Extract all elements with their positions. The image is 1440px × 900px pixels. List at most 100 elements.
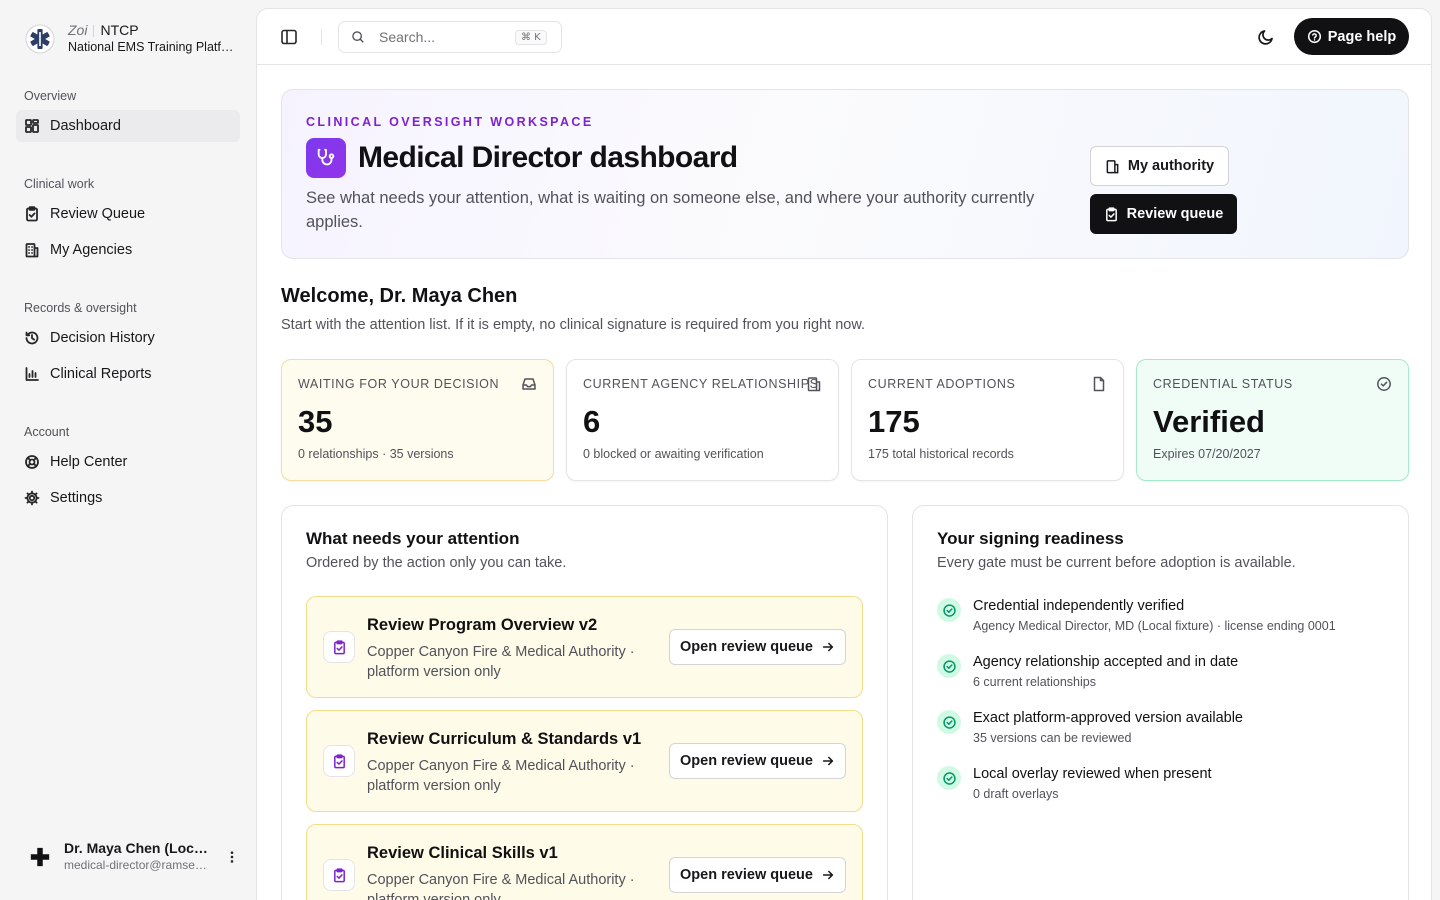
arrow-right-icon: [822, 870, 834, 880]
readiness-item-sub: Agency Medical Director, MD (Local fixtu…: [973, 619, 1336, 633]
readiness-item-title: Agency relationship accepted and in date: [973, 654, 1239, 670]
attention-subtitle: Ordered by the action only you can take.: [306, 555, 567, 571]
attention-item-desc: Copper Canyon Fire & Medical Authority ·…: [367, 644, 635, 680]
open-review-queue-label: Open review queue: [680, 639, 813, 655]
brand-short: NTCP: [100, 22, 139, 38]
stat-card-relationships[interactable]: Current agency relationships 6 0 blocked…: [566, 359, 839, 481]
user-email: medical-director@ramsey.example: [64, 858, 208, 872]
readiness-item: Credential independently verified Agency…: [937, 598, 1417, 642]
search-shortcut: ⌘ K: [515, 29, 547, 45]
building-icon: [806, 376, 822, 392]
stat-card-credential[interactable]: Credential status Verified Expires 07/20…: [1136, 359, 1409, 481]
welcome-heading: Welcome, Dr. Maya Chen: [281, 285, 518, 307]
sidebar-item-settings[interactable]: Settings: [16, 482, 240, 514]
review-queue-label: Review queue: [1126, 206, 1224, 222]
open-review-queue-button[interactable]: Open review queue: [669, 629, 846, 665]
sidebar-item-my-agencies[interactable]: My Agencies: [16, 234, 240, 266]
user-profile[interactable]: Dr. Maya Chen (Local fixture) medical-di…: [24, 840, 240, 874]
nav-group-label: Clinical work: [24, 177, 95, 191]
topbar-divider: [321, 29, 322, 45]
check-circle-icon: [937, 766, 961, 790]
sidebar-item-label: Clinical Reports: [50, 366, 152, 382]
arrow-right-icon: [822, 756, 834, 766]
help-circle-icon: [1307, 29, 1321, 44]
sidebar-item-dashboard[interactable]: Dashboard: [16, 110, 240, 142]
readiness-item-sub: 35 versions can be reviewed: [973, 731, 1132, 745]
readiness-item-title: Local overlay reviewed when present: [973, 766, 1212, 782]
clipboard-check-icon: [323, 859, 355, 891]
hero-banner: CLINICAL OVERSIGHT WORKSPACE Medical Dir…: [281, 89, 1409, 259]
attention-item: Review Clinical Skills v1 Copper Canyon …: [306, 824, 863, 900]
open-review-queue-button[interactable]: Open review queue: [669, 743, 846, 779]
open-review-queue-label: Open review queue: [680, 753, 813, 769]
readiness-item: Agency relationship accepted and in date…: [937, 654, 1417, 698]
dashboard-icon: [25, 119, 39, 133]
topbar: ⌘ K Page help: [257, 9, 1431, 65]
more-vertical-icon[interactable]: [224, 847, 240, 867]
stat-label: Credential status: [1153, 377, 1293, 391]
readiness-item: Local overlay reviewed when present 0 dr…: [937, 766, 1417, 810]
readiness-item-sub: 0 draft overlays: [973, 787, 1059, 801]
search-input[interactable]: [379, 29, 509, 45]
brand-zoi: Zoi: [68, 22, 88, 38]
my-authority-label: My authority: [1127, 158, 1215, 174]
attention-item-title: Review Clinical Skills v1: [367, 844, 558, 862]
building-icon: [1106, 159, 1119, 173]
stat-card-adoptions[interactable]: Current adoptions 175 175 total historic…: [851, 359, 1124, 481]
nav-group-clinical: Clinical work Review Queue My Agencies: [16, 174, 240, 266]
moon-icon[interactable]: [1256, 27, 1276, 47]
sidebar-item-label: Decision History: [50, 330, 155, 346]
my-authority-button[interactable]: My authority: [1090, 146, 1229, 186]
stat-value: 35: [298, 404, 333, 439]
sidebar-item-help-center[interactable]: Help Center: [16, 446, 240, 478]
lifebuoy-icon: [25, 455, 39, 469]
medical-cross-avatar-icon: [24, 841, 56, 873]
attention-title: What needs your attention: [306, 529, 520, 548]
nav-group-label: Account: [24, 425, 70, 439]
building-icon: [25, 243, 39, 258]
nav-group-account: Account Help Center Settings: [16, 422, 240, 514]
nav-group-overview: Overview Dashboard: [16, 86, 240, 142]
nav-group-records: Records & oversight Decision History Cli…: [16, 298, 240, 390]
brand[interactable]: Zoi NTCP National EMS Training Platform: [24, 22, 238, 56]
attention-item-desc: Copper Canyon Fire & Medical Authority ·…: [367, 872, 635, 900]
stat-label: Waiting for your decision: [298, 377, 500, 391]
readiness-item-title: Exact platform-approved version availabl…: [973, 710, 1243, 726]
check-circle-icon: [937, 598, 961, 622]
page-title: Medical Director dashboard: [358, 141, 738, 174]
readiness-item-title: Credential independently verified: [973, 598, 1185, 614]
open-review-queue-label: Open review queue: [680, 867, 813, 883]
attention-item-title: Review Curriculum & Standards v1: [367, 730, 642, 748]
clipboard-check-icon: [26, 206, 38, 222]
arrow-right-icon: [822, 642, 834, 652]
stat-value: 175: [868, 404, 920, 439]
sidebar-item-clinical-reports[interactable]: Clinical Reports: [16, 358, 240, 390]
attention-item: Review Program Overview v2 Copper Canyon…: [306, 596, 863, 698]
stat-subtext: 0 blocked or awaiting verification: [583, 447, 764, 461]
open-review-queue-button[interactable]: Open review queue: [669, 857, 846, 893]
check-circle-icon: [937, 654, 961, 678]
review-queue-button[interactable]: Review queue: [1090, 194, 1237, 234]
brand-full-name: National EMS Training Platform: [68, 40, 238, 54]
sidebar-toggle-icon[interactable]: [279, 27, 299, 47]
clipboard-check-icon: [323, 631, 355, 663]
readiness-item-sub: 6 current relationships: [973, 675, 1096, 689]
file-icon: [1091, 376, 1107, 392]
bar-chart-icon: [25, 367, 39, 381]
sidebar-item-review-queue[interactable]: Review Queue: [16, 198, 240, 230]
search-box[interactable]: ⌘ K: [338, 21, 562, 53]
sidebar-item-label: My Agencies: [50, 242, 133, 258]
sidebar-item-label: Settings: [50, 490, 103, 506]
stat-subtext: 175 total historical records: [868, 447, 1014, 461]
sidebar-item-decision-history[interactable]: Decision History: [16, 322, 240, 354]
page-help-label: Page help: [1327, 28, 1397, 45]
welcome-subtitle: Start with the attention list. If it is …: [281, 317, 866, 333]
stat-label: Current adoptions: [868, 377, 1016, 391]
page-help-button[interactable]: Page help: [1294, 18, 1409, 55]
gear-icon: [24, 490, 40, 506]
attention-panel: What needs your attention Ordered by the…: [281, 505, 888, 900]
nav-group-label: Records & oversight: [24, 301, 137, 315]
main-panel: ⌘ K Page help CLINICAL OVERSIGHT WORKSPA…: [256, 8, 1432, 900]
stat-card-waiting[interactable]: Waiting for your decision 35 0 relations…: [281, 359, 554, 481]
check-circle-icon: [937, 710, 961, 734]
